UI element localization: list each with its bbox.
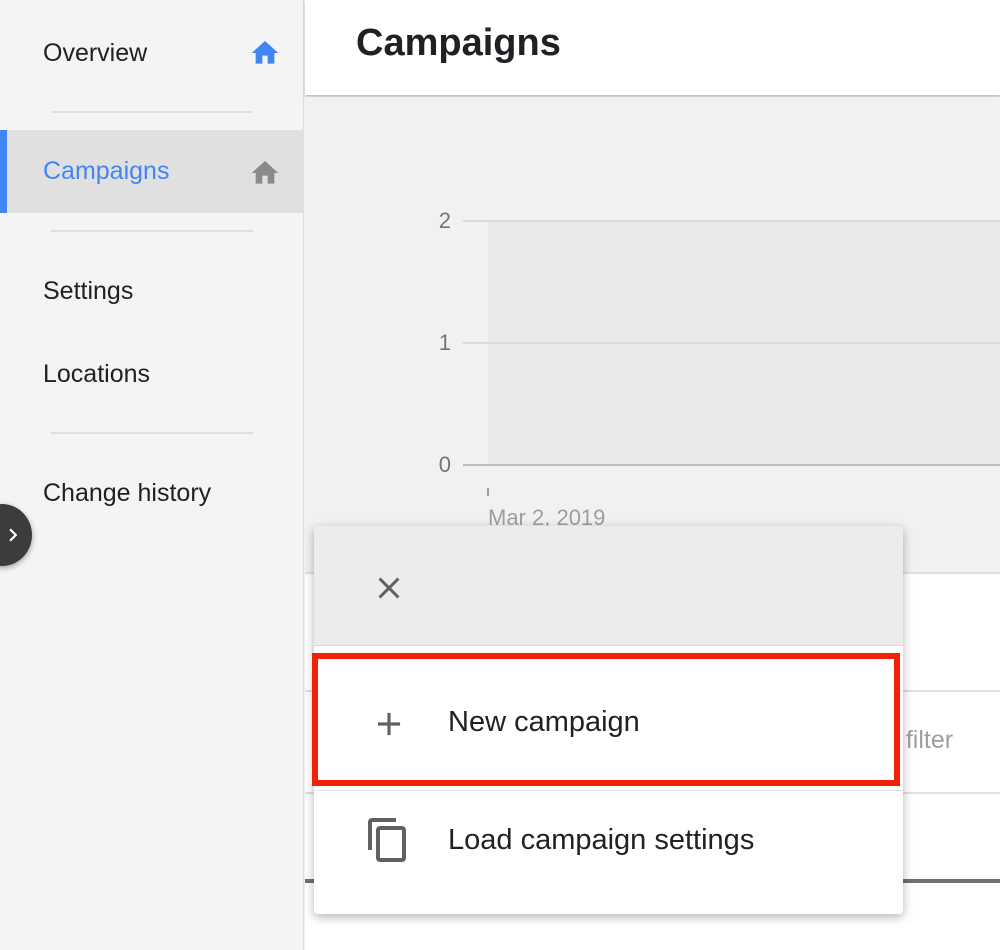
y-tick-label: 2 (438, 208, 451, 233)
y-tick-label: 1 (438, 330, 451, 355)
load-campaign-settings-menu-item[interactable]: Load campaign settings (314, 791, 903, 914)
sidebar-divider (51, 111, 253, 113)
chevron-right-icon (9, 528, 18, 542)
sidebar-item-label: Change history (43, 478, 212, 507)
menu-item-label: New campaign (448, 706, 640, 738)
new-campaign-menu-item[interactable]: New campaign (314, 656, 903, 790)
close-icon (378, 577, 400, 599)
sidebar-item-label: Settings (43, 276, 134, 305)
sidebar-item-change-history[interactable]: Change history (0, 457, 304, 529)
page-title: Campaigns (356, 22, 561, 64)
x-axis-line (463, 464, 1000, 466)
sidebar-divider (51, 230, 253, 232)
sidebar-item-label: Campaigns (43, 157, 170, 185)
home-icon (249, 157, 281, 189)
sidebar-item-locations[interactable]: Locations (0, 338, 304, 410)
page-header: Campaigns (305, 0, 1000, 95)
menu-header (314, 526, 903, 646)
create-menu: New campaign Load campaign settings (314, 526, 903, 914)
gridline (463, 220, 1000, 222)
sidebar: Overview Campaigns Settings Locations Ch… (0, 0, 304, 950)
home-icon (249, 37, 281, 69)
y-tick-label: 0 (438, 452, 451, 477)
plus-icon (370, 705, 408, 748)
gridline (463, 342, 1000, 344)
sidebar-item-campaigns[interactable]: Campaigns (0, 130, 304, 213)
sidebar-item-overview[interactable]: Overview (0, 15, 304, 91)
close-menu-button[interactable] (371, 570, 407, 606)
x-tick-mark (487, 488, 489, 496)
sidebar-item-label: Locations (43, 359, 151, 388)
menu-item-label: Load campaign settings (448, 824, 755, 856)
sidebar-item-settings[interactable]: Settings (0, 255, 304, 327)
sidebar-item-label: Overview (43, 38, 148, 67)
sidebar-divider (51, 432, 253, 434)
chart: 2 1 0 Mar 2, 2019 (305, 97, 1000, 572)
copy-icon (364, 814, 412, 871)
